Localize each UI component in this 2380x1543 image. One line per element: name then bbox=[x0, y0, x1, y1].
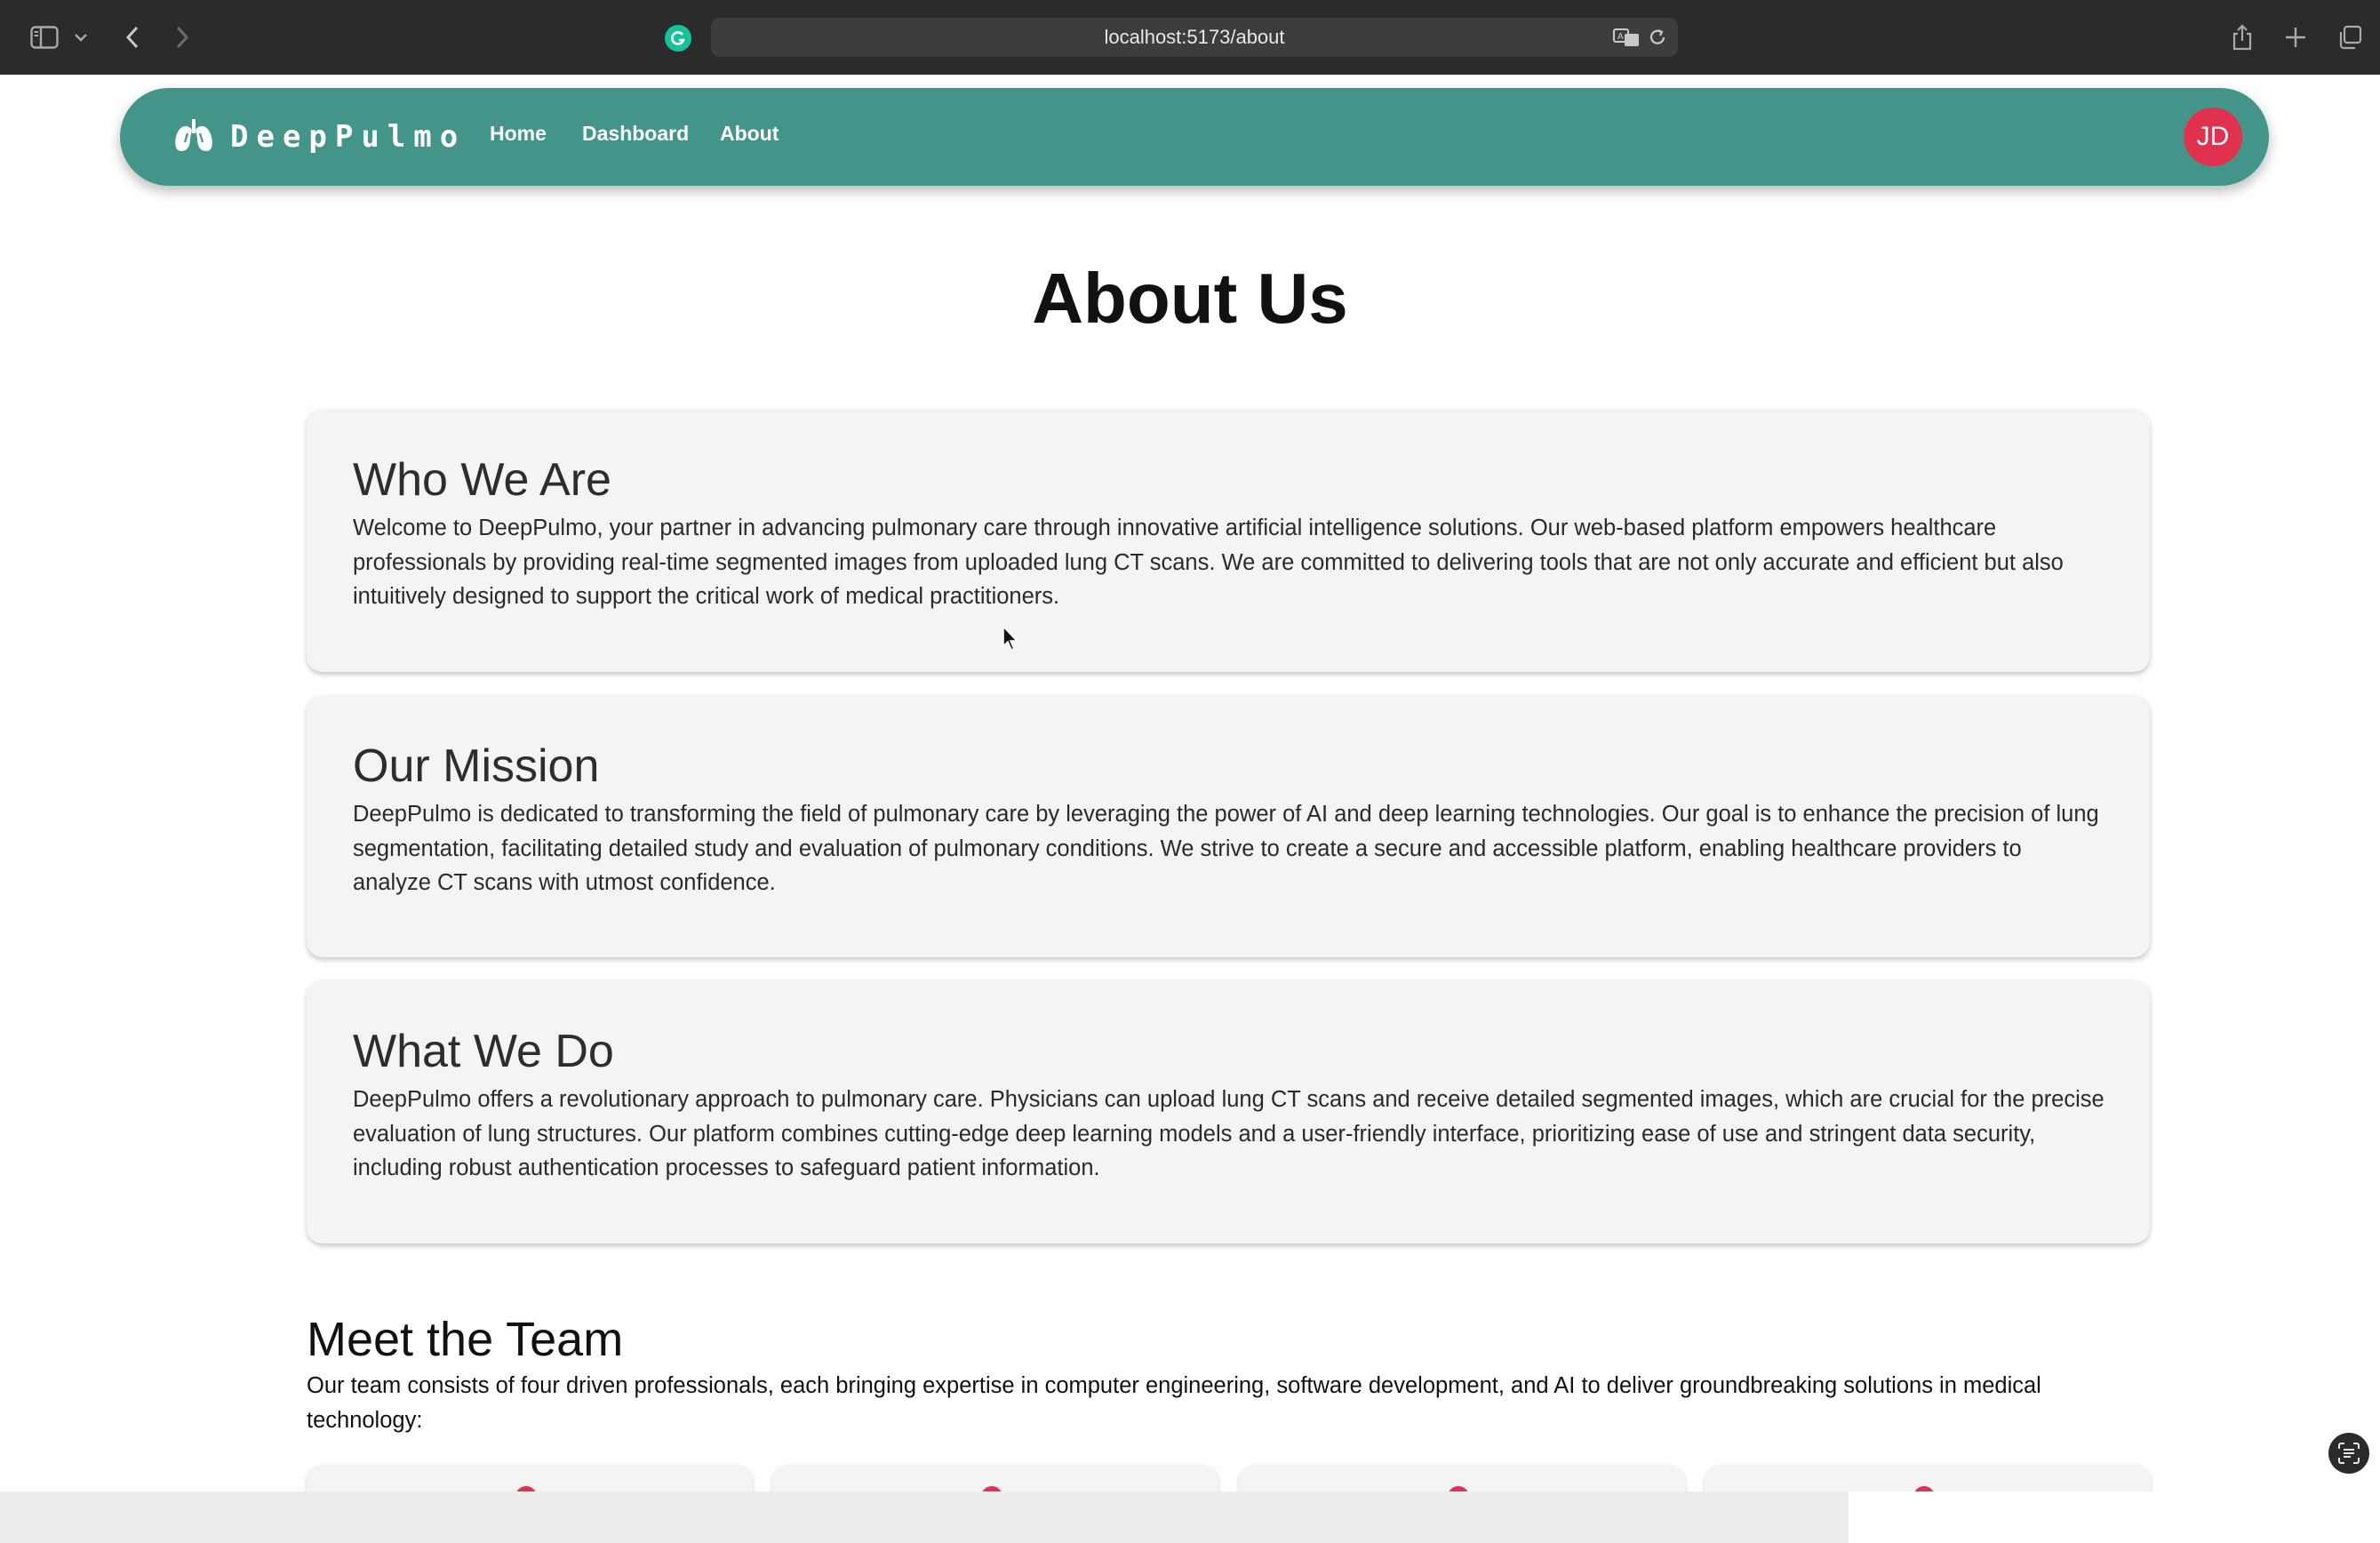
brand-name[interactable]: DeepPulmo bbox=[230, 119, 466, 155]
user-avatar[interactable]: JD bbox=[2184, 108, 2242, 166]
tabs-overview-icon[interactable] bbox=[2334, 20, 2366, 55]
lungs-icon bbox=[173, 117, 214, 157]
team-heading: Meet the Team bbox=[307, 1313, 624, 1366]
chevron-down-icon[interactable] bbox=[71, 20, 91, 55]
main-navbar: DeepPulmo Home Dashboard About JD bbox=[120, 88, 2269, 186]
section-our-mission: Our Mission DeepPulmo is dedicated to tr… bbox=[307, 695, 2150, 957]
section-what-we-do: What We Do DeepPulmo offers a revolution… bbox=[307, 980, 2150, 1243]
reload-icon[interactable] bbox=[1644, 23, 1671, 52]
mouse-cursor-icon bbox=[1002, 624, 1019, 656]
brand[interactable]: DeepPulmo bbox=[173, 115, 466, 159]
section-who-we-are: Who We Are Welcome to DeepPulmo, your pa… bbox=[307, 409, 2150, 672]
grammarly-icon[interactable] bbox=[665, 25, 691, 52]
back-icon[interactable] bbox=[119, 20, 146, 55]
address-bar[interactable]: localhost:5173/about A bbox=[711, 18, 1678, 57]
section-heading: What We Do bbox=[353, 1026, 614, 1077]
url-text[interactable]: localhost:5173/about bbox=[711, 18, 1678, 57]
section-heading: Who We Are bbox=[353, 454, 611, 506]
nav-link-about[interactable]: About bbox=[720, 122, 779, 146]
nav-link-home[interactable]: Home bbox=[490, 122, 547, 146]
new-tab-icon[interactable] bbox=[2280, 20, 2311, 55]
text-scan-icon[interactable] bbox=[2328, 1433, 2369, 1474]
section-body: DeepPulmo is dedicated to transforming t… bbox=[353, 802, 2099, 895]
section-body: DeepPulmo offers a revolutionary approac… bbox=[353, 1087, 2104, 1180]
browser-toolbar: localhost:5173/about A bbox=[0, 0, 2380, 75]
nav-link-dashboard[interactable]: Dashboard bbox=[582, 122, 689, 146]
section-body: Welcome to DeepPulmo, your partner in ad… bbox=[353, 516, 2064, 609]
team-intro: Our team consists of four driven profess… bbox=[307, 1373, 2041, 1433]
svg-text:A: A bbox=[1617, 32, 1624, 42]
page-title: About Us bbox=[1032, 259, 1348, 338]
share-icon[interactable] bbox=[2227, 20, 2257, 55]
section-heading: Our Mission bbox=[353, 740, 600, 792]
forward-icon[interactable] bbox=[169, 20, 196, 55]
window-bottom-edge-right bbox=[1849, 1491, 2380, 1543]
sidebar-icon[interactable] bbox=[27, 20, 62, 55]
translate-icon[interactable]: A bbox=[1610, 23, 1642, 52]
